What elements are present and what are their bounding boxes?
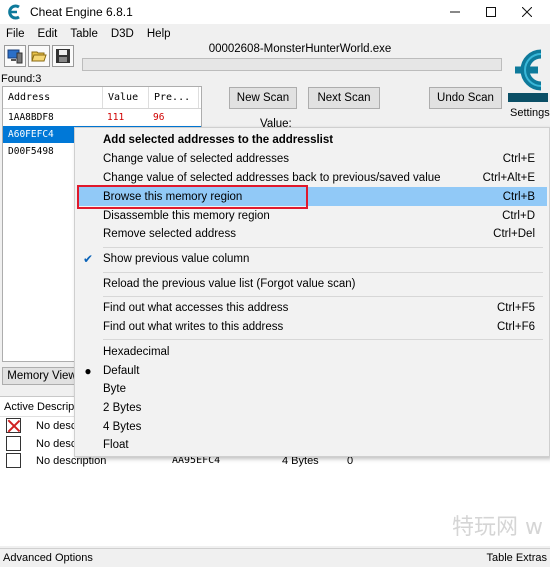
status-bar: Advanced Options Table Extras	[0, 548, 550, 567]
menu-item-shortcut: Ctrl+D	[502, 209, 535, 222]
address-cell: 1AA8BDF8	[8, 112, 54, 123]
menu-item-label: 4 Bytes	[103, 420, 142, 433]
menu-item-label: Find out what accesses this address	[103, 301, 289, 314]
open-file-button[interactable]	[28, 45, 50, 67]
memory-view-button[interactable]: Memory View	[2, 367, 82, 385]
menu-item-label: Show previous value column	[103, 252, 250, 265]
found-count: Found:3	[1, 73, 42, 85]
save-button[interactable]	[52, 45, 74, 67]
menu-file[interactable]: File	[0, 28, 32, 40]
menu-item-disassemble-region[interactable]: Disassemble this memory region Ctrl+D	[77, 206, 547, 225]
menu-help[interactable]: Help	[141, 28, 178, 40]
watermark-text: 特玩网 www.te5.com	[452, 515, 544, 540]
column-active[interactable]: Active	[0, 401, 34, 413]
maximize-button[interactable]	[474, 0, 508, 24]
menu-item-add-to-addresslist[interactable]: Add selected addresses to the addresslis…	[77, 130, 547, 149]
active-checkbox[interactable]	[6, 418, 21, 433]
address-row[interactable]: 1AA8BDF8 111 96	[3, 109, 201, 126]
watermark-logo: 特玩网 www.te5.com	[452, 515, 544, 540]
menu-item-label: Float	[103, 438, 129, 451]
menu-item-label: Change value of selected addresses back …	[103, 171, 441, 184]
column-value[interactable]: Value	[103, 87, 149, 108]
cheat-engine-icon	[8, 4, 20, 20]
value-cell: 111	[107, 112, 125, 123]
menu-bar: File Edit Table D3D Help	[0, 24, 550, 43]
menu-item-display-byte[interactable]: Byte	[77, 379, 547, 398]
radio-dot-icon: ●	[84, 363, 92, 378]
menu-item-remove-address[interactable]: Remove selected address Ctrl+Del	[77, 224, 547, 243]
menu-item-display-2-bytes[interactable]: 2 Bytes	[77, 398, 547, 417]
checkmark-icon: ✔	[83, 251, 94, 266]
menu-item-change-value[interactable]: Change value of selected addresses Ctrl+…	[77, 149, 547, 168]
table-extras-button[interactable]: Table Extras	[486, 552, 547, 564]
menu-item-label: Add selected addresses to the addresslis…	[103, 133, 334, 146]
menu-item-label: Disassemble this memory region	[103, 209, 270, 222]
menu-item-browse-memory-region[interactable]: Browse this memory region Ctrl+B	[77, 187, 547, 206]
address-list-header: Address Value Pre...	[3, 87, 201, 109]
menu-separator	[103, 339, 543, 340]
folder-open-icon	[31, 51, 47, 62]
menu-item-label: Remove selected address	[103, 227, 236, 240]
menu-item-label: Hexadecimal	[103, 345, 170, 358]
menu-item-label: Browse this memory region	[103, 190, 243, 203]
menu-separator	[103, 247, 543, 248]
menu-table[interactable]: Table	[64, 28, 105, 40]
previous-cell: 96	[153, 112, 165, 123]
menu-item-shortcut: Ctrl+E	[502, 152, 535, 165]
menu-item-find-accesses[interactable]: Find out what accesses this address Ctrl…	[77, 298, 547, 317]
title-bar: Cheat Engine 6.8.1	[0, 0, 550, 24]
process-name: 00002608-MonsterHunterWorld.exe	[208, 43, 392, 55]
settings-link[interactable]: Settings	[510, 107, 550, 119]
toolbar	[4, 45, 74, 67]
menu-item-shortcut: Ctrl+F5	[496, 301, 535, 314]
menu-edit[interactable]: Edit	[32, 28, 65, 40]
undo-scan-button[interactable]: Undo Scan	[429, 87, 502, 109]
menu-item-label: Reload the previous value list (Forgot v…	[103, 277, 356, 290]
close-icon	[522, 7, 532, 17]
maximize-icon	[486, 7, 496, 17]
column-previous[interactable]: Pre...	[149, 87, 199, 108]
menu-item-label: 2 Bytes	[103, 401, 142, 414]
menu-d3d[interactable]: D3D	[105, 28, 141, 40]
active-checkbox[interactable]	[6, 453, 21, 468]
window-title: Cheat Engine 6.8.1	[30, 5, 133, 19]
menu-item-change-value-back[interactable]: Change value of selected addresses back …	[77, 168, 547, 187]
scan-progress-bar	[82, 58, 502, 71]
menu-item-display-4-bytes[interactable]: 4 Bytes	[77, 417, 547, 436]
menu-item-label: Byte	[103, 382, 127, 395]
new-scan-button[interactable]: New Scan	[229, 87, 297, 109]
cheat-engine-logo[interactable]	[505, 40, 550, 104]
menu-separator	[103, 296, 543, 297]
computer-icon	[7, 49, 23, 64]
menu-item-label: Find out what writes to this address	[103, 320, 284, 333]
close-button[interactable]	[510, 0, 544, 24]
select-process-button[interactable]	[4, 45, 26, 67]
menu-item-find-writes[interactable]: Find out what writes to this address Ctr…	[77, 317, 547, 336]
active-checkbox[interactable]	[6, 436, 21, 451]
column-address[interactable]: Address	[3, 87, 103, 108]
menu-item-reload-previous-list[interactable]: Reload the previous value list (Forgot v…	[77, 274, 547, 293]
menu-item-hexadecimal[interactable]: Hexadecimal	[77, 342, 547, 361]
floppy-disk-icon	[56, 49, 70, 63]
menu-item-display-default[interactable]: ● Default	[77, 361, 547, 380]
menu-item-label: Change value of selected addresses	[103, 152, 290, 165]
context-menu: Add selected addresses to the addresslis…	[74, 127, 550, 457]
menu-item-shortcut: Ctrl+B	[502, 190, 535, 203]
menu-item-shortcut: Ctrl+Alt+E	[482, 171, 535, 184]
menu-separator	[103, 272, 543, 273]
minimize-icon	[450, 11, 460, 13]
menu-item-label: Default	[103, 364, 140, 377]
menu-item-display-float[interactable]: Float	[77, 435, 547, 454]
advanced-options-button[interactable]: Advanced Options	[3, 552, 93, 564]
next-scan-button[interactable]: Next Scan	[308, 87, 380, 109]
menu-item-show-previous-column[interactable]: ✔ Show previous value column	[77, 249, 547, 268]
minimize-button[interactable]	[438, 0, 472, 24]
menu-item-shortcut: Ctrl+F6	[496, 320, 535, 333]
menu-item-shortcut: Ctrl+Del	[493, 227, 535, 240]
